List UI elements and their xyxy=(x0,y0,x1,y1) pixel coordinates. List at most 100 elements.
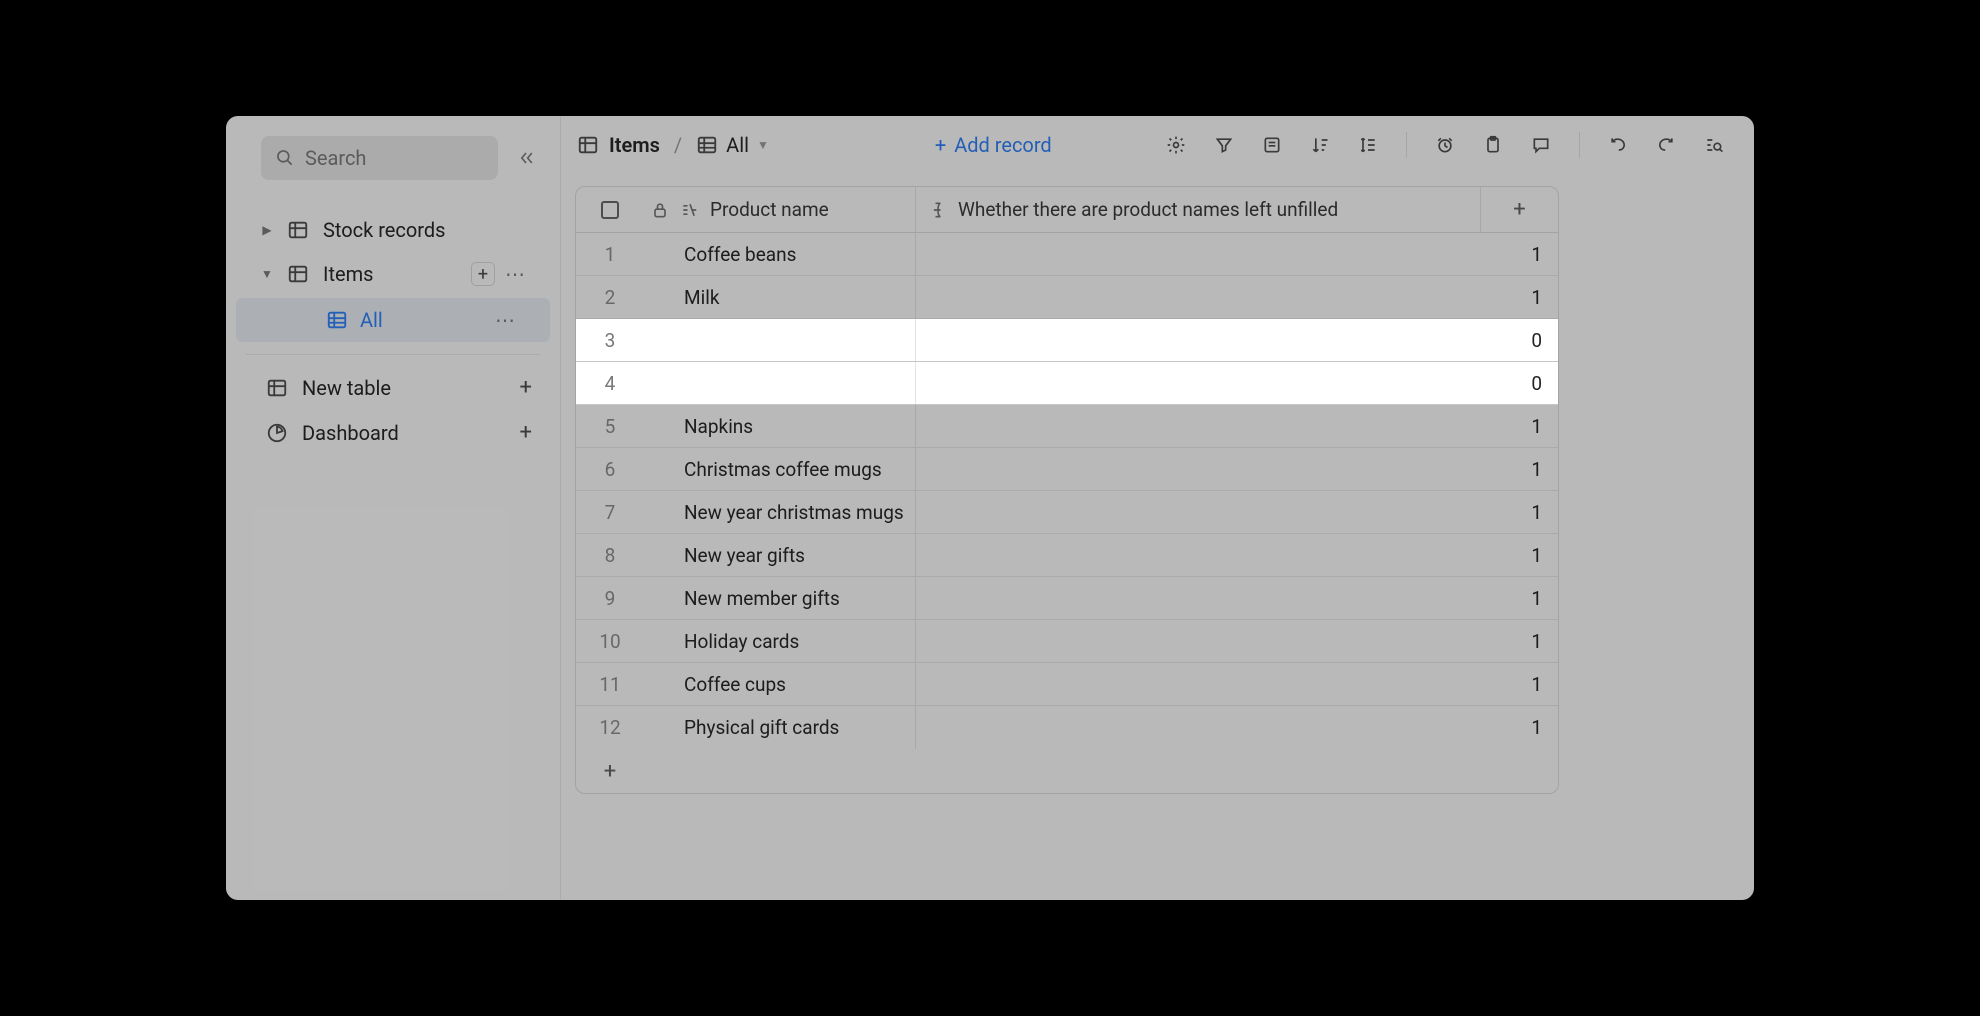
table-row[interactable]: 11Coffee cups1 xyxy=(576,663,1558,706)
search-placeholder: Search xyxy=(305,146,366,170)
add-column-button[interactable]: + xyxy=(1480,187,1558,232)
sidebar-item-items[interactable]: ▼ Items + ⋯ xyxy=(226,252,560,296)
breadcrumb: Items / All ▼ xyxy=(567,133,779,157)
table-row[interactable]: 1Coffee beans1 xyxy=(576,233,1558,276)
column-label: Product name xyxy=(710,198,829,221)
redo-icon xyxy=(1656,135,1676,155)
sidebar: Search ▶ Stock records ▼ Items + ⋯ xyxy=(226,116,561,900)
more-icon[interactable]: ⋯ xyxy=(495,308,515,332)
row-number: 4 xyxy=(576,372,644,395)
toolbar: Items / All ▼ + Add record xyxy=(561,116,1754,174)
cell-unfilled-value[interactable]: 1 xyxy=(916,544,1558,567)
cell-unfilled-value[interactable]: 1 xyxy=(916,630,1558,653)
sidebar-item-label: Items xyxy=(323,262,373,286)
grid-view-icon xyxy=(696,134,718,156)
cell-product-name[interactable]: New year gifts xyxy=(644,534,916,576)
cell-product-name[interactable] xyxy=(644,362,916,404)
table-row[interactable]: 2Milk1 xyxy=(576,276,1558,319)
table-icon xyxy=(266,377,288,399)
dashboard-button[interactable]: Dashboard + xyxy=(226,410,560,455)
new-table-label: New table xyxy=(302,376,391,400)
add-record-button[interactable]: + Add record xyxy=(925,133,1062,157)
table-row[interactable]: 6Christmas coffee mugs1 xyxy=(576,448,1558,491)
add-row-button[interactable]: + xyxy=(576,759,644,784)
sort-button[interactable] xyxy=(1310,135,1330,155)
column-header-product-name[interactable]: Product name xyxy=(644,187,916,232)
cell-product-name[interactable]: Coffee beans xyxy=(644,233,916,275)
more-icon[interactable]: ⋯ xyxy=(505,262,525,286)
table-row[interactable]: 30 xyxy=(576,319,1558,362)
sidebar-item-label: Stock records xyxy=(323,218,445,242)
plus-icon: + xyxy=(935,133,946,157)
cell-product-name[interactable]: Napkins xyxy=(644,405,916,447)
cell-product-name[interactable]: Coffee cups xyxy=(644,663,916,705)
undo-button[interactable] xyxy=(1608,135,1628,155)
main-panel: Items / All ▼ + Add record xyxy=(561,116,1754,900)
list-icon xyxy=(1262,135,1282,155)
table-row[interactable]: 12Physical gift cards1 xyxy=(576,706,1558,749)
breadcrumb-table[interactable]: Items xyxy=(609,133,660,157)
undo-icon xyxy=(1608,135,1628,155)
cell-product-name[interactable] xyxy=(644,319,916,361)
table-row[interactable]: 40 xyxy=(576,362,1558,405)
find-button[interactable] xyxy=(1704,135,1724,155)
clipboard-button[interactable] xyxy=(1483,135,1503,155)
reminder-button[interactable] xyxy=(1435,135,1455,155)
redo-button[interactable] xyxy=(1656,135,1676,155)
cell-unfilled-value[interactable]: 1 xyxy=(916,286,1558,309)
new-table-button[interactable]: New table + xyxy=(226,365,560,410)
sidebar-view-label: All xyxy=(360,308,383,332)
cell-unfilled-value[interactable]: 0 xyxy=(916,329,1558,352)
cell-unfilled-value[interactable]: 1 xyxy=(916,673,1558,696)
cell-unfilled-value[interactable]: 1 xyxy=(916,415,1558,438)
cell-product-name[interactable]: Christmas coffee mugs xyxy=(644,448,916,490)
cell-product-name[interactable]: Holiday cards xyxy=(644,620,916,662)
lock-icon xyxy=(650,200,670,220)
collapse-sidebar-button[interactable] xyxy=(510,148,542,168)
search-input[interactable]: Search xyxy=(261,136,498,180)
row-number: 1 xyxy=(576,243,644,266)
cell-unfilled-value[interactable]: 1 xyxy=(916,716,1558,739)
cell-unfilled-value[interactable]: 1 xyxy=(916,243,1558,266)
column-label: Whether there are product names left unf… xyxy=(958,198,1338,221)
cell-product-name[interactable]: New member gifts xyxy=(644,577,916,619)
sidebar-view-all[interactable]: All ⋯ xyxy=(236,298,550,342)
table-row[interactable]: 8New year gifts1 xyxy=(576,534,1558,577)
cell-unfilled-value[interactable]: 1 xyxy=(916,458,1558,481)
breadcrumb-view[interactable]: All ▼ xyxy=(696,133,769,157)
list-button[interactable] xyxy=(1262,135,1282,155)
table-row[interactable]: 7New year christmas mugs1 xyxy=(576,491,1558,534)
settings-button[interactable] xyxy=(1166,135,1186,155)
cell-product-name[interactable]: Physical gift cards xyxy=(644,706,916,749)
table-row[interactable]: 10Holiday cards1 xyxy=(576,620,1558,663)
plus-icon: + xyxy=(520,375,532,400)
table-icon xyxy=(577,134,599,156)
row-number: 7 xyxy=(576,501,644,524)
table-icon xyxy=(287,219,309,241)
select-all-checkbox[interactable] xyxy=(576,201,644,219)
find-icon xyxy=(1704,135,1724,155)
app-window: Search ▶ Stock records ▼ Items + ⋯ xyxy=(226,116,1754,900)
cell-unfilled-value[interactable]: 1 xyxy=(916,501,1558,524)
cell-product-name[interactable]: Milk xyxy=(644,276,916,318)
row-number: 11 xyxy=(576,673,644,696)
add-view-button[interactable]: + xyxy=(471,262,495,286)
cell-unfilled-value[interactable]: 1 xyxy=(916,587,1558,610)
filter-button[interactable] xyxy=(1214,135,1234,155)
grid-header: Product name Whether there are product n… xyxy=(576,187,1558,233)
row-number: 3 xyxy=(576,329,644,352)
cell-unfilled-value[interactable]: 0 xyxy=(916,372,1558,395)
column-header-unfilled[interactable]: Whether there are product names left unf… xyxy=(916,198,1480,221)
cell-product-name[interactable]: New year christmas mugs xyxy=(644,491,916,533)
text-field-icon xyxy=(680,200,700,220)
divider xyxy=(246,354,540,355)
sidebar-item-stock-records[interactable]: ▶ Stock records xyxy=(226,208,560,252)
table-row[interactable]: 5Napkins1 xyxy=(576,405,1558,448)
toolbar-divider xyxy=(1406,132,1407,158)
table-row[interactable]: 9New member gifts1 xyxy=(576,577,1558,620)
comment-button[interactable] xyxy=(1531,135,1551,155)
chevrons-left-icon xyxy=(516,148,536,168)
table-icon xyxy=(287,263,309,285)
row-height-button[interactable] xyxy=(1358,135,1378,155)
row-number: 6 xyxy=(576,458,644,481)
